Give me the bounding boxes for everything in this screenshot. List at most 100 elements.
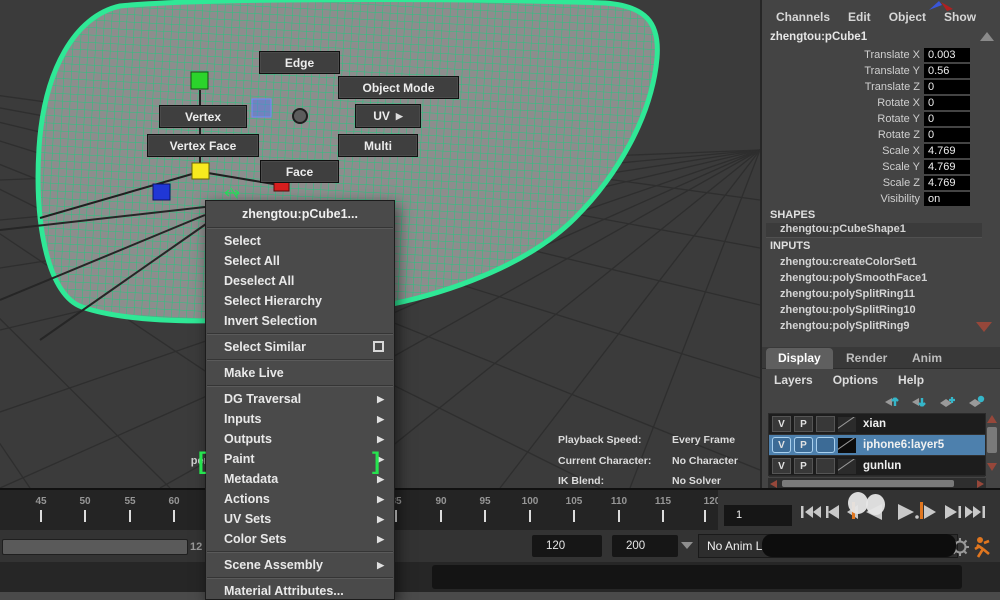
play-forwards-button[interactable]: [898, 504, 914, 520]
menu-item-uv-sets[interactable]: UV Sets▶: [206, 509, 394, 529]
menu-item-select-all[interactable]: Select All: [206, 251, 394, 271]
marking-menu-vertex[interactable]: Vertex: [159, 105, 247, 128]
menu-show[interactable]: Show: [944, 10, 976, 24]
marking-menu-edge[interactable]: Edge: [259, 51, 340, 74]
channel-value-field[interactable]: 0: [924, 96, 970, 110]
layer-playback-toggle[interactable]: P: [794, 437, 813, 453]
layer-vscrollbar[interactable]: [986, 413, 998, 476]
manipulator-y-handle[interactable]: [191, 72, 208, 89]
move-layer-up-icon[interactable]: [884, 393, 901, 409]
menu-item-select-similar[interactable]: Select Similar: [206, 337, 394, 357]
menu-options[interactable]: Options: [833, 373, 878, 387]
current-frame-field[interactable]: 1: [724, 505, 792, 526]
playback-end-field[interactable]: 200: [612, 535, 678, 557]
manipulator-z-handle[interactable]: [153, 184, 170, 200]
layer-display-type-box[interactable]: [816, 416, 835, 432]
new-empty-layer-icon[interactable]: [938, 393, 957, 409]
go-to-end-button[interactable]: [965, 506, 973, 518]
tab-render[interactable]: Render: [834, 348, 899, 369]
marking-menu-uv[interactable]: UV▶: [355, 104, 421, 128]
layer-playback-toggle[interactable]: P: [794, 416, 813, 432]
hscroll-right-arrow[interactable]: [977, 480, 984, 488]
move-layer-down-icon[interactable]: [911, 393, 928, 409]
marking-menu-object-mode[interactable]: Object Mode: [338, 76, 459, 99]
scroll-up-arrow[interactable]: [980, 32, 994, 41]
input-item[interactable]: zhengtou:polySmoothFace1: [780, 272, 927, 284]
layer-row-gunlun[interactable]: V P gunlun: [769, 456, 985, 477]
go-to-start-button[interactable]: [801, 506, 804, 518]
channel-label[interactable]: Scale Z: [883, 177, 920, 189]
menu-layers[interactable]: Layers: [774, 373, 813, 387]
menu-item-invert-selection[interactable]: Invert Selection: [206, 311, 394, 331]
menu-edit[interactable]: Edit: [848, 10, 871, 24]
vscroll-thumb[interactable]: [987, 427, 997, 453]
channel-value-field[interactable]: 0.003: [924, 48, 970, 62]
menu-item-make-live[interactable]: Make Live: [206, 363, 394, 383]
menu-item-metadata[interactable]: Metadata▶: [206, 469, 394, 489]
command-line-input[interactable]: [432, 565, 962, 589]
hscroll-thumb[interactable]: [782, 480, 954, 487]
channel-label[interactable]: Scale Y: [882, 161, 920, 173]
marking-menu-face[interactable]: Face: [260, 160, 339, 183]
menu-item-deselect-all[interactable]: Deselect All: [206, 271, 394, 291]
channel-label[interactable]: Scale X: [882, 145, 920, 157]
layer-display-type-box[interactable]: [816, 437, 835, 453]
tab-anim[interactable]: Anim: [900, 348, 954, 369]
step-forward-frame-button[interactable]: [945, 505, 957, 519]
layer-display-type-box[interactable]: [816, 458, 835, 474]
chevron-down-icon[interactable]: [681, 542, 693, 549]
channel-value-field[interactable]: 4.769: [924, 176, 970, 190]
layer-row-iphone6-layer5[interactable]: V P iphone6:layer5: [769, 435, 985, 456]
channel-label[interactable]: Translate X: [864, 49, 920, 61]
step-forward-key-button[interactable]: [924, 505, 936, 519]
menu-help[interactable]: Help: [898, 373, 924, 387]
channel-label[interactable]: Translate Y: [864, 65, 920, 77]
channel-value-field[interactable]: 4.769: [924, 144, 970, 158]
channel-value-field[interactable]: 0: [924, 80, 970, 94]
manipulator-plane-handle[interactable]: [252, 99, 271, 117]
menu-item-outputs[interactable]: Outputs▶: [206, 429, 394, 449]
tab-display[interactable]: Display: [766, 348, 833, 369]
menu-item-scene-assembly[interactable]: Scene Assembly▶: [206, 555, 394, 575]
input-item[interactable]: zhengtou:polySplitRing9: [780, 320, 910, 332]
layer-visibility-toggle[interactable]: V: [772, 458, 791, 474]
layer-color-swatch[interactable]: [838, 417, 856, 432]
input-item[interactable]: zhengtou:polySplitRing11: [780, 288, 915, 300]
channel-value-field[interactable]: 0: [924, 128, 970, 142]
vscroll-down-arrow[interactable]: [987, 463, 997, 471]
layer-playback-toggle[interactable]: P: [794, 458, 813, 474]
channel-label[interactable]: Rotate Z: [878, 129, 920, 141]
layer-color-swatch[interactable]: [838, 438, 856, 453]
channel-label[interactable]: Visibility: [880, 193, 920, 205]
shape-item[interactable]: zhengtou:pCubeShape1: [780, 223, 906, 235]
channel-value-field[interactable]: on: [924, 192, 970, 206]
channel-value-field[interactable]: 0.56: [924, 64, 970, 78]
menu-item-select-hierarchy[interactable]: Select Hierarchy: [206, 291, 394, 311]
scroll-down-arrow[interactable]: [976, 322, 992, 332]
layer-row-xian[interactable]: V P xian: [769, 414, 985, 435]
channel-label[interactable]: Rotate Y: [877, 113, 920, 125]
menu-item-paint[interactable]: Paint▶: [206, 449, 394, 469]
manipulator-center-handle[interactable]: [192, 163, 209, 179]
anim-end-field[interactable]: 120: [532, 535, 602, 557]
layer-visibility-toggle[interactable]: V: [772, 437, 791, 453]
menu-object[interactable]: Object: [889, 10, 926, 24]
marking-menu-vertex-face[interactable]: Vertex Face: [147, 134, 259, 157]
layer-color-swatch[interactable]: [838, 459, 856, 474]
channel-value-field[interactable]: 4.769: [924, 160, 970, 174]
menu-item-select[interactable]: Select: [206, 231, 394, 251]
menu-item-actions[interactable]: Actions▶: [206, 489, 394, 509]
option-box-icon[interactable]: [373, 341, 384, 352]
range-slider-bar[interactable]: [2, 539, 188, 555]
input-item[interactable]: zhengtou:createColorSet1: [780, 256, 917, 268]
channel-label[interactable]: Translate Z: [865, 81, 920, 93]
input-item[interactable]: zhengtou:polySplitRing10: [780, 304, 916, 316]
hscroll-left-arrow[interactable]: [770, 480, 777, 488]
vscroll-up-arrow[interactable]: [987, 415, 997, 423]
channel-label[interactable]: Rotate X: [877, 97, 920, 109]
menu-item-color-sets[interactable]: Color Sets▶: [206, 529, 394, 549]
new-layer-selected-icon[interactable]: [967, 393, 986, 409]
layer-visibility-toggle[interactable]: V: [772, 416, 791, 432]
menu-item-material-attributes[interactable]: Material Attributes...: [206, 581, 394, 600]
menu-item-inputs[interactable]: Inputs▶: [206, 409, 394, 429]
